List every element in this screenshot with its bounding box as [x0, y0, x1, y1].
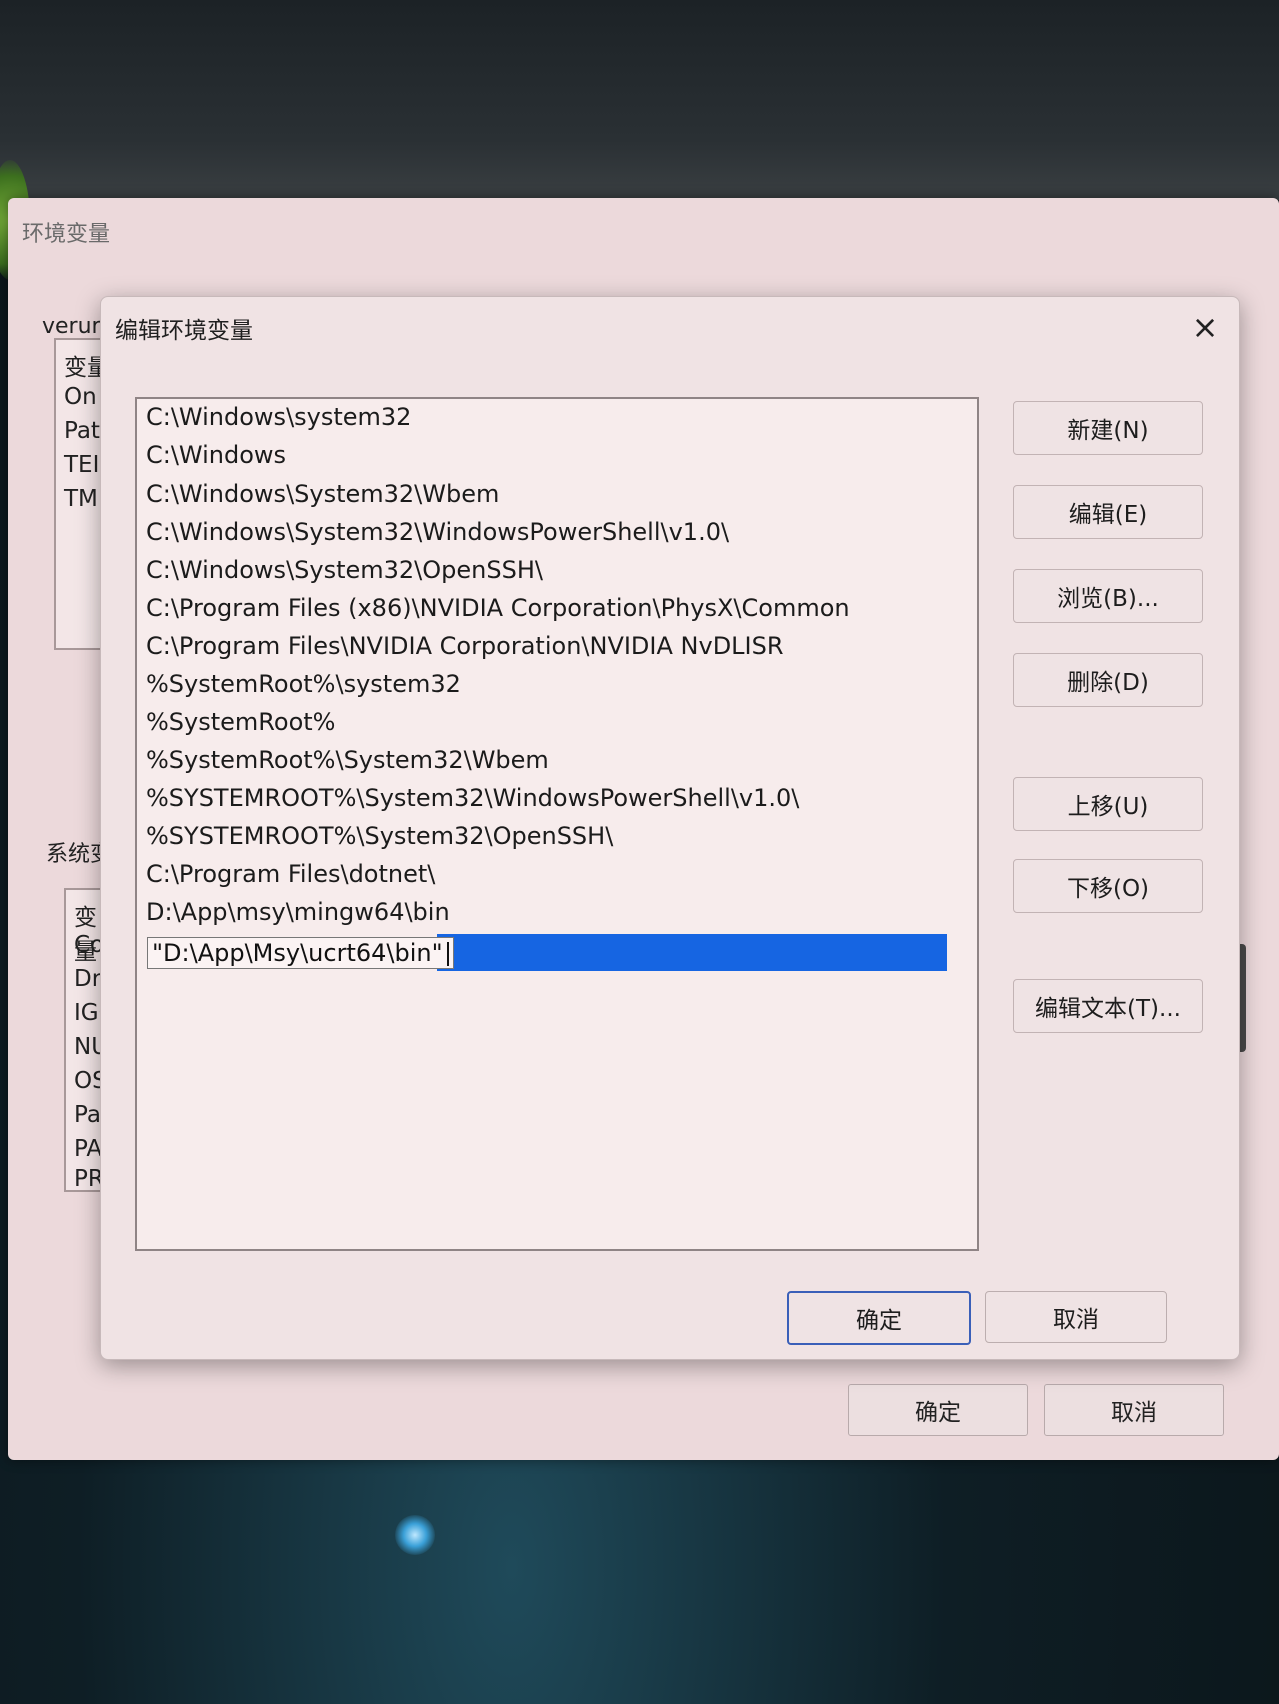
browse-button[interactable]: 浏览(B)...: [1013, 569, 1203, 623]
path-item[interactable]: %SYSTEMROOT%\System32\WindowsPowerShell\…: [137, 780, 977, 817]
text-caret: [446, 942, 449, 966]
new-button[interactable]: 新建(N): [1013, 401, 1203, 455]
close-icon[interactable]: ×: [1183, 305, 1227, 349]
path-item[interactable]: C:\Program Files\dotnet\: [137, 856, 977, 893]
path-edit-value: "D:\App\Msy\ucrt64\bin": [152, 939, 443, 967]
move-up-button[interactable]: 上移(U): [1013, 777, 1203, 831]
path-item[interactable]: C:\Windows\system32: [137, 399, 977, 436]
move-down-button[interactable]: 下移(O): [1013, 859, 1203, 913]
ok-button[interactable]: 确定: [787, 1291, 971, 1345]
path-item[interactable]: C:\Program Files\NVIDIA Corporation\NVID…: [137, 628, 977, 665]
path-item[interactable]: C:\Program Files (x86)\NVIDIA Corporatio…: [137, 590, 977, 627]
selection-highlight: [437, 934, 947, 971]
path-list[interactable]: C:\Windows\system32 C:\Windows C:\Window…: [135, 397, 979, 1251]
path-item[interactable]: %SystemRoot%\System32\Wbem: [137, 742, 977, 779]
path-item[interactable]: %SystemRoot%: [137, 704, 977, 741]
list-item[interactable]: Pa: [74, 1102, 101, 1128]
path-edit-input[interactable]: "D:\App\Msy\ucrt64\bin": [147, 937, 454, 969]
path-item-selected[interactable]: "D:\App\Msy\ucrt64\bin": [137, 934, 977, 971]
edit-env-var-dialog: 编辑环境变量 × C:\Windows\system32 C:\Windows …: [100, 296, 1240, 1360]
wallpaper-light: [395, 1515, 435, 1555]
path-item[interactable]: C:\Windows\System32\OpenSSH\: [137, 552, 977, 589]
path-item[interactable]: %SYSTEMROOT%\System32\OpenSSH\: [137, 818, 977, 855]
path-item[interactable]: C:\Windows\System32\Wbem: [137, 476, 977, 513]
path-item[interactable]: %SystemRoot%\system32: [137, 666, 977, 703]
window-title: 环境变量: [22, 222, 111, 247]
cancel-button[interactable]: 取消: [985, 1291, 1167, 1343]
edit-text-button[interactable]: 编辑文本(T)...: [1013, 979, 1203, 1033]
list-item[interactable]: On: [64, 384, 97, 410]
list-item[interactable]: TM: [64, 486, 98, 512]
list-item[interactable]: TEI: [64, 452, 99, 478]
env-ok-button[interactable]: 确定: [848, 1384, 1028, 1436]
dialog-title: 编辑环境变量: [115, 318, 253, 344]
monitor-bezel-top: [0, 0, 1279, 200]
delete-button[interactable]: 删除(D): [1013, 653, 1203, 707]
list-item[interactable]: Pat: [64, 418, 100, 444]
path-item[interactable]: C:\Windows: [137, 437, 977, 474]
env-cancel-button[interactable]: 取消: [1044, 1384, 1224, 1436]
user-vars-label: verur: [42, 314, 101, 339]
list-item[interactable]: PA: [74, 1136, 102, 1162]
path-item[interactable]: D:\App\msy\mingw64\bin: [137, 894, 977, 931]
path-item[interactable]: C:\Windows\System32\WindowsPowerShell\v1…: [137, 514, 977, 551]
edit-button[interactable]: 编辑(E): [1013, 485, 1203, 539]
